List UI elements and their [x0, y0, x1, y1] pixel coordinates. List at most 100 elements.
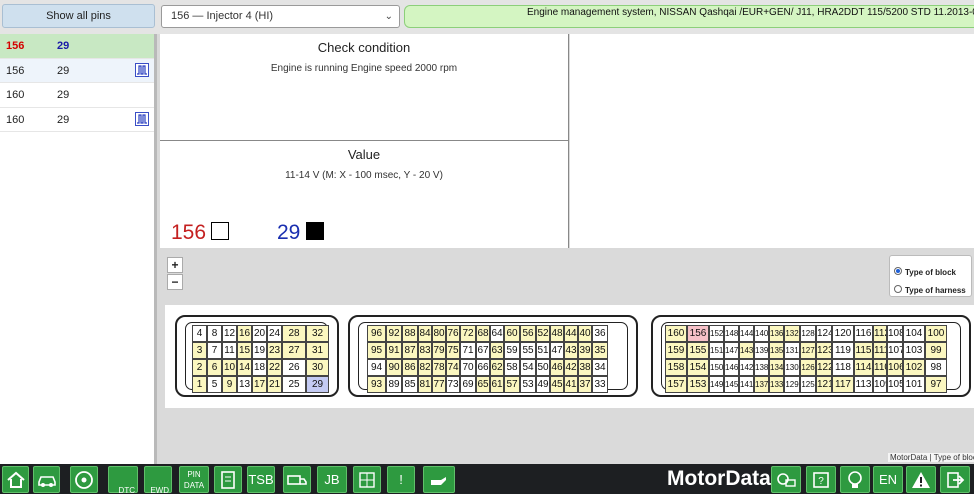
connector-pin[interactable]: 121	[816, 376, 832, 393]
connector-pin[interactable]: 94	[367, 359, 386, 376]
connector-pin[interactable]: 9	[222, 376, 237, 393]
connector-pin[interactable]: 146	[724, 359, 739, 376]
connector-pin[interactable]: 74	[446, 359, 460, 376]
connector-pin[interactable]: 62	[490, 359, 504, 376]
connector-pin[interactable]: 102	[903, 359, 925, 376]
connector-pin[interactable]: 2	[192, 359, 207, 376]
connector-pin[interactable]: 156	[687, 325, 709, 342]
connector-pin[interactable]: 111	[873, 342, 887, 359]
connector-pin[interactable]: 89	[386, 376, 402, 393]
connector-pin[interactable]: 128	[800, 325, 816, 342]
connector-pin[interactable]: 67	[476, 342, 490, 359]
connector-pin[interactable]: 142	[739, 359, 754, 376]
connector-pin[interactable]: 122	[816, 359, 832, 376]
connector-pin[interactable]: 22	[267, 359, 282, 376]
connector-pin[interactable]: 35	[592, 342, 608, 359]
connector-pin[interactable]: 137	[754, 376, 769, 393]
connector-pin[interactable]: 70	[460, 359, 476, 376]
connector-pin[interactable]: 99	[925, 342, 947, 359]
connector-pin[interactable]: 71	[460, 342, 476, 359]
connector-pin[interactable]: 7	[207, 342, 222, 359]
connector-pin[interactable]: 112	[873, 325, 887, 342]
pin-data-icon[interactable]: PIN DATA	[179, 466, 209, 493]
connector-pin[interactable]: 59	[504, 342, 520, 359]
connector-pin[interactable]: 160	[665, 325, 687, 342]
connector-pin[interactable]: 37	[578, 376, 592, 393]
connector-pin[interactable]: 18	[252, 359, 267, 376]
connector-pin[interactable]: 54	[520, 359, 536, 376]
connector-pin[interactable]: 131	[784, 342, 800, 359]
language-button[interactable]: EN	[873, 466, 903, 493]
connector-pin[interactable]: 25	[282, 376, 306, 393]
connector-pin[interactable]: 57	[504, 376, 520, 393]
connector-pin[interactable]: 20	[252, 325, 267, 342]
connector-pin[interactable]: 64	[490, 325, 504, 342]
connector-pin[interactable]: 36	[592, 325, 608, 342]
connector-pin[interactable]: 125	[800, 376, 816, 393]
connector-pin[interactable]: 43	[564, 342, 578, 359]
connector-pin[interactable]: 34	[592, 359, 608, 376]
connector-pin[interactable]: 66	[476, 359, 490, 376]
connector-pin[interactable]: 124	[816, 325, 832, 342]
connector-pin[interactable]: 135	[769, 342, 784, 359]
connector-pin[interactable]: 41	[564, 376, 578, 393]
connector-pin[interactable]: 134	[769, 359, 784, 376]
connector-pin[interactable]: 12	[222, 325, 237, 342]
connector-pin[interactable]: 15	[237, 342, 252, 359]
connector-map[interactable]: + − Type of block Type of harness 4 8 12 16…	[160, 250, 974, 464]
connector-pin[interactable]: 63	[490, 342, 504, 359]
connector-pin[interactable]: 113	[854, 376, 873, 393]
connector-pin[interactable]: 28	[282, 325, 306, 342]
connector-pin[interactable]: 143	[739, 342, 754, 359]
connector-pin[interactable]: 141	[739, 376, 754, 393]
zoom-out-button[interactable]: −	[167, 274, 183, 290]
connector-pin[interactable]: 139	[754, 342, 769, 359]
connector-pin[interactable]: 13	[237, 376, 252, 393]
connector-pin[interactable]: 80	[432, 325, 446, 342]
connector-pin[interactable]: 150	[709, 359, 724, 376]
connector-pin[interactable]: 87	[402, 342, 418, 359]
connector-pin[interactable]: 29	[306, 376, 329, 393]
connector-pin[interactable]: 107	[887, 342, 903, 359]
connector-pin[interactable]: 96	[367, 325, 386, 342]
connector-pin[interactable]: 129	[784, 376, 800, 393]
connector-pin[interactable]: 45	[550, 376, 564, 393]
connector-pin[interactable]: 103	[903, 342, 925, 359]
connector-pin[interactable]: 84	[418, 325, 432, 342]
connector-pin[interactable]: 116	[854, 325, 873, 342]
connector-pin[interactable]: 133	[769, 376, 784, 393]
connector-pin[interactable]: 118	[832, 359, 854, 376]
connector-pin[interactable]: 147	[724, 342, 739, 359]
connector-pin[interactable]: 31	[306, 342, 329, 359]
connector-pin[interactable]: 91	[386, 342, 402, 359]
pin-pair-row[interactable]: 160 29	[0, 108, 154, 132]
connector-pin[interactable]: 27	[282, 342, 306, 359]
waveform-icon[interactable]	[135, 111, 149, 126]
connector-pin[interactable]: 49	[536, 376, 550, 393]
connector-pin[interactable]: 76	[446, 325, 460, 342]
connector-pin[interactable]: 24	[267, 325, 282, 342]
connector-pin[interactable]: 155	[687, 342, 709, 359]
connector-pin[interactable]: 115	[854, 342, 873, 359]
connector-pin[interactable]: 154	[687, 359, 709, 376]
connector-pin[interactable]: 114	[854, 359, 873, 376]
connector-pin[interactable]: 32	[306, 325, 329, 342]
cars-icon[interactable]	[771, 466, 801, 493]
connector-pin[interactable]: 119	[832, 342, 854, 359]
connector-pin[interactable]: 92	[386, 325, 402, 342]
bulb-icon[interactable]	[840, 466, 870, 493]
connector-pin[interactable]: 98	[925, 359, 947, 376]
connector-pin[interactable]: 51	[536, 342, 550, 359]
connector-pin[interactable]: 30	[306, 359, 329, 376]
connector-pin[interactable]: 1	[192, 376, 207, 393]
type-of-block-radio[interactable]	[894, 267, 902, 275]
connector-pin[interactable]: 56	[520, 325, 536, 342]
connector-pin[interactable]: 60	[504, 325, 520, 342]
connector-pin[interactable]: 106	[887, 359, 903, 376]
connector-pin[interactable]: 65	[476, 376, 490, 393]
connector-pin[interactable]: 40	[578, 325, 592, 342]
connector-pin[interactable]: 77	[432, 376, 446, 393]
connector-pin[interactable]: 158	[665, 359, 687, 376]
connector-pin[interactable]: 97	[925, 376, 947, 393]
connector-pin[interactable]: 21	[267, 376, 282, 393]
